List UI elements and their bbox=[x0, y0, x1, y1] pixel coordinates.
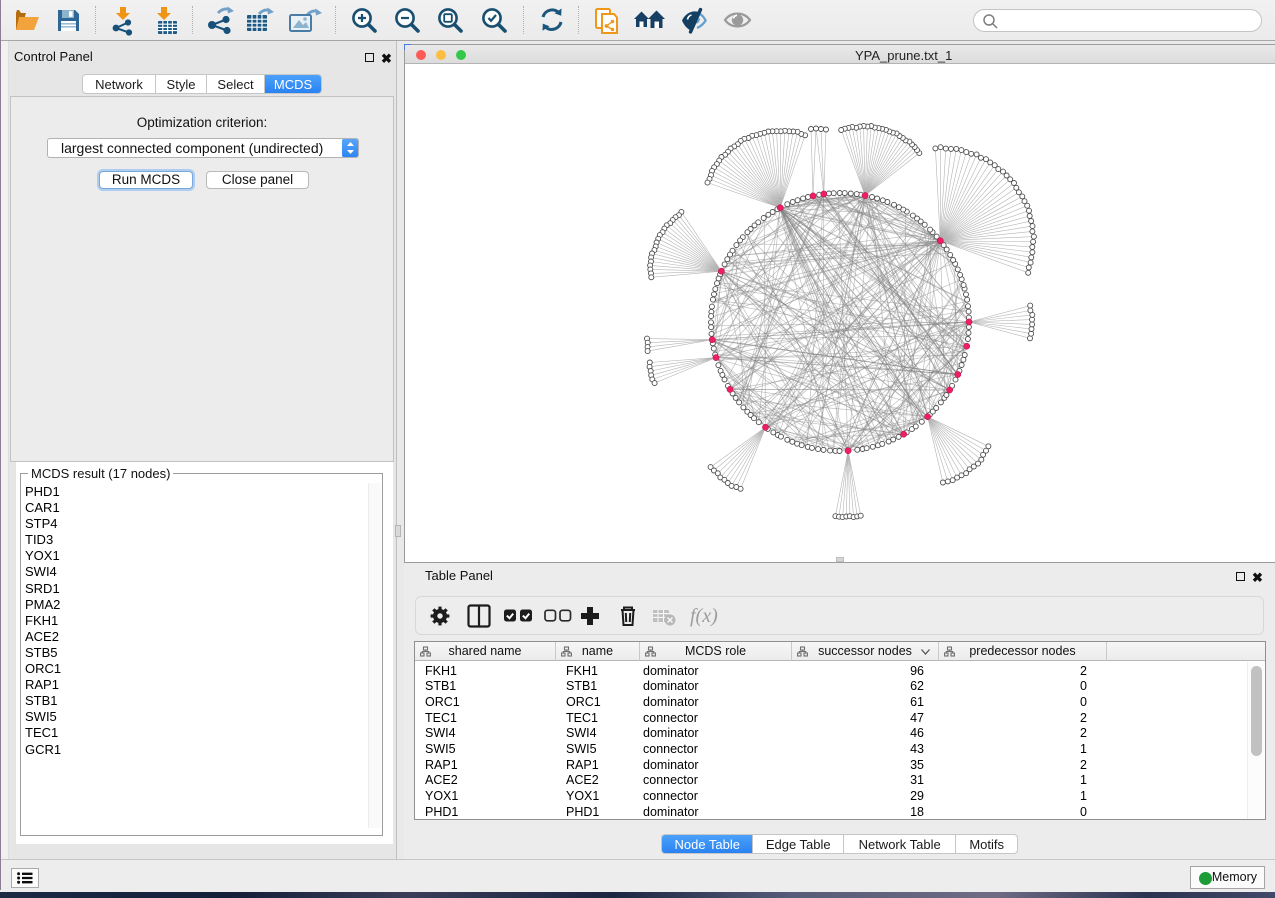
svg-text:f(x): f(x) bbox=[690, 605, 718, 627]
